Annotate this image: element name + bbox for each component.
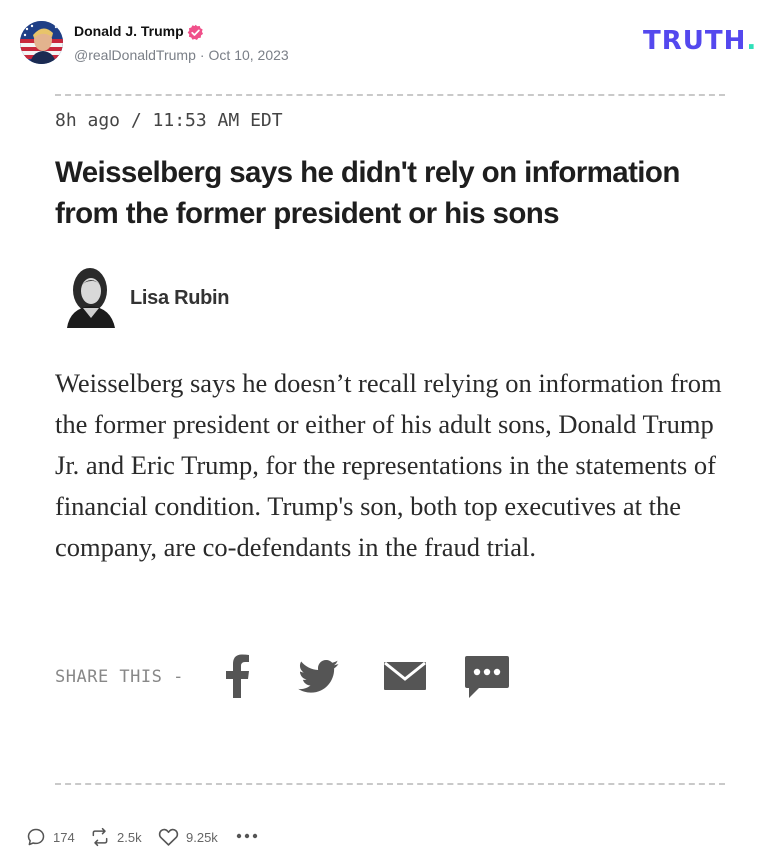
article-body: Weisselberg says he doesn’t recall relyi… (55, 368, 722, 562)
reply-icon (27, 828, 45, 846)
mail-icon (384, 662, 426, 690)
author-handle[interactable]: @realDonaldTrump (74, 47, 196, 63)
twitter-icon (298, 660, 339, 693)
like-button[interactable]: 9.25k (158, 826, 218, 848)
divider (55, 94, 725, 96)
retruth-button[interactable]: 2.5k (90, 826, 142, 848)
truth-logo[interactable]: TRUTH. (643, 26, 757, 58)
heart-icon (158, 828, 179, 846)
article-timestamp: 8h ago / 11:53 AM EDT (55, 110, 283, 131)
reply-count: 174 (53, 829, 75, 845)
share-row: SHARE THIS - (55, 650, 555, 710)
like-count: 9.25k (186, 829, 218, 845)
truth-logo-dot: . (746, 26, 758, 56)
verified-badge-icon (187, 24, 204, 41)
action-bar: 174 2.5k 9.25k (0, 818, 777, 854)
retruth-icon (92, 827, 108, 847)
author-byline: Lisa Rubin (130, 287, 230, 309)
article-headline: Weisselberg says he didn't rely on infor… (55, 156, 680, 230)
more-dots-icon[interactable] (235, 826, 259, 846)
facebook-icon (226, 654, 249, 698)
post-header: Donald J. Trump @realDonaldTrump · Oct 10,… (0, 0, 777, 80)
post-media-image[interactable]: 8h ago / 11:53 AM EDT Weisselberg says h… (0, 80, 777, 804)
author-photo (67, 268, 115, 328)
divider (55, 783, 725, 785)
share-label: SHARE THIS - (55, 667, 184, 687)
truth-logo-text: TRUTH (643, 26, 747, 56)
reply-button[interactable]: 174 (26, 826, 75, 848)
message-icon (465, 656, 509, 698)
avatar[interactable] (20, 21, 63, 64)
separator: · (199, 47, 205, 63)
handle-line: @realDonaldTrump · Oct 10, 2023 (74, 47, 289, 63)
post-date[interactable]: Oct 10, 2023 (209, 47, 289, 63)
author-name[interactable]: Donald J. Trump (74, 23, 184, 39)
retruth-count: 2.5k (117, 829, 142, 845)
